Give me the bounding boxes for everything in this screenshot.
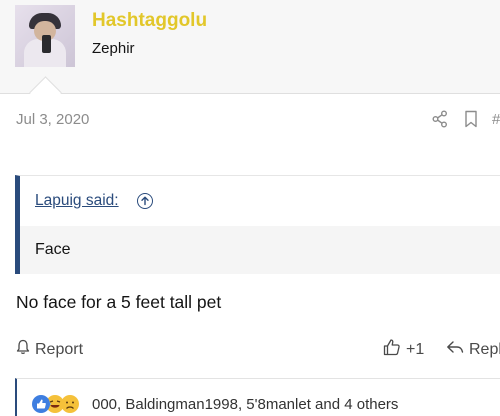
reply-label: Repl	[469, 340, 500, 358]
thumbs-up-icon	[383, 338, 401, 361]
post-permalink[interactable]: #	[492, 111, 500, 128]
like-button[interactable]: +1	[383, 338, 424, 361]
quote-header: Lapuig said:	[20, 176, 500, 226]
reply-button[interactable]: Repl	[446, 339, 500, 360]
like-reaction-icon	[32, 395, 50, 413]
avatar[interactable]	[15, 5, 75, 67]
quote-block: Lapuig said: Face	[15, 175, 500, 274]
bookmark-icon[interactable]	[464, 110, 478, 133]
quote-text: Face	[35, 241, 71, 258]
quote-author-link[interactable]: Lapuig said:	[35, 192, 119, 210]
go-to-quote-icon[interactable]	[137, 193, 153, 209]
user-title: Zephir	[92, 40, 135, 57]
like-label: +1	[406, 340, 425, 358]
reactions-summary[interactable]: 000, Baldingman1998, 5'8manlet and 4 oth…	[92, 396, 398, 413]
report-button[interactable]: Report	[16, 339, 83, 360]
post-message: No face for a 5 feet tall pet	[16, 292, 222, 312]
share-icon[interactable]	[432, 110, 448, 133]
username[interactable]: Hashtaggolu	[92, 10, 207, 32]
reactions-bar[interactable]: 000, Baldingman1998, 5'8manlet and 4 oth…	[15, 378, 500, 416]
post-date[interactable]: Jul 3, 2020	[16, 111, 89, 128]
report-label: Report	[35, 340, 84, 358]
quote-content: Face	[20, 226, 500, 274]
reply-arrow-icon	[446, 339, 464, 360]
avatar-phone	[42, 35, 51, 53]
reaction-icons	[32, 395, 92, 415]
post-user-header: Hashtaggolu Zephir	[0, 0, 500, 94]
bell-icon	[16, 339, 30, 360]
